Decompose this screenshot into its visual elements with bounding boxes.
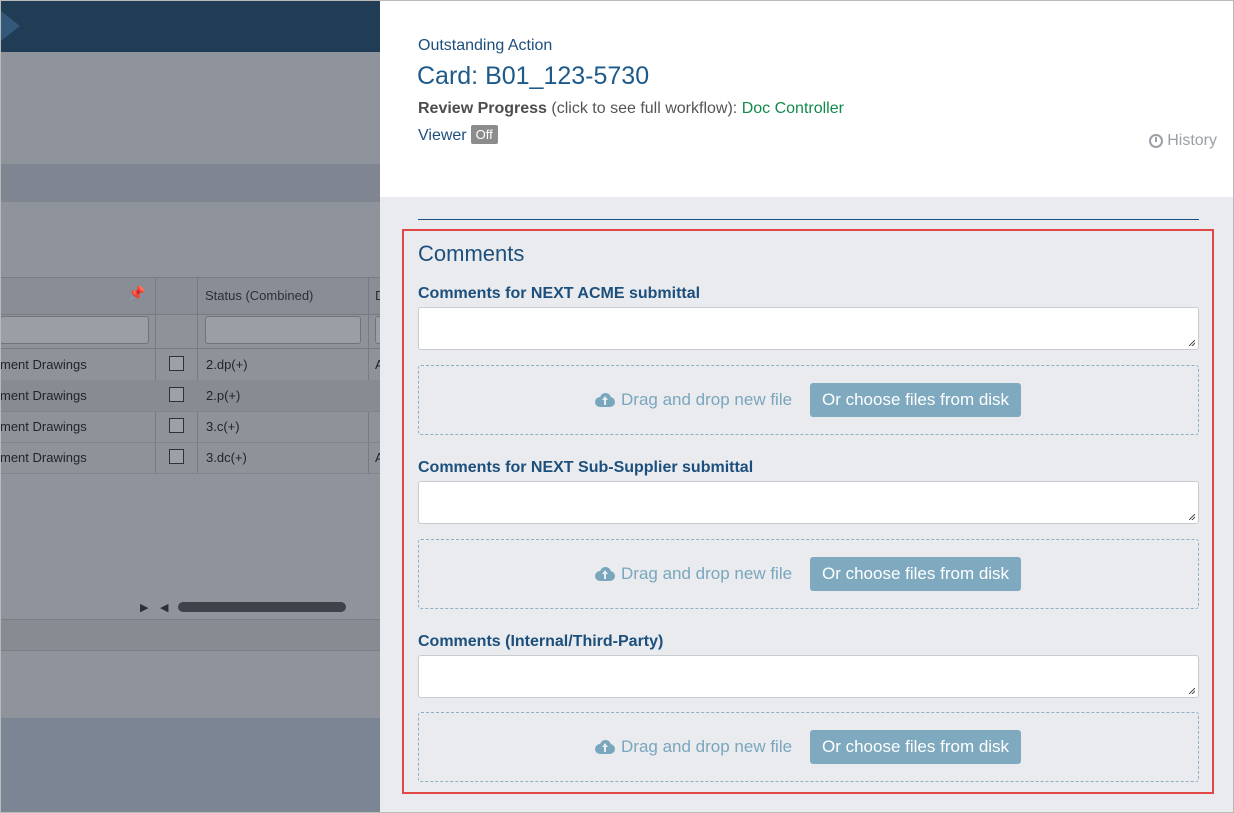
filter-input[interactable] (0, 316, 149, 344)
choose-files-button[interactable]: Or choose files from disk (810, 730, 1022, 764)
scroll-left-arrow-icon[interactable]: ◀ (160, 601, 168, 614)
file-dropzone-acme[interactable]: Drag and drop new file Or choose files f… (418, 365, 1199, 435)
review-progress-value-link[interactable]: Doc Controller (742, 100, 844, 117)
clock-icon (1149, 134, 1164, 148)
dropzone-text: Drag and drop new file (621, 390, 793, 409)
choose-files-button[interactable]: Or choose files from disk (810, 383, 1022, 417)
file-dropzone-sub-supplier[interactable]: Drag and drop new file Or choose files f… (418, 539, 1199, 609)
toolbar-stripe (0, 164, 380, 202)
comment-textarea-internal[interactable] (418, 655, 1199, 698)
row-status: 2.dp(+) (206, 357, 248, 372)
row-name: ment Drawings (0, 388, 87, 403)
row-checkbox[interactable] (169, 449, 184, 464)
dropzone-message: Drag and drop new file (595, 737, 792, 757)
dropzone-text: Drag and drop new file (621, 564, 793, 583)
row-status: 3.c(+) (206, 419, 240, 434)
column-header-status[interactable]: Status (Combined) (205, 288, 313, 303)
table-row[interactable]: ment Drawings 2.dp(+) A (0, 349, 380, 381)
comment-label-internal: Comments (Internal/Third-Party) (418, 633, 664, 650)
dropzone-message: Drag and drop new file (595, 564, 792, 584)
row-checkbox[interactable] (169, 418, 184, 433)
grid-header: Status (Combined) D (0, 277, 380, 315)
panel-subtitle: Outstanding Action (418, 37, 553, 54)
comment-label-sub-supplier: Comments for NEXT Sub-Supplier submittal (418, 459, 754, 476)
background-app: Status (Combined) D 📌 ment Drawings 2.dp… (0, 0, 380, 813)
history-label: History (1167, 132, 1217, 149)
viewer-toggle-row: Viewer Off (418, 125, 498, 145)
row-name: ment Drawings (0, 450, 87, 465)
cloud-upload-icon (595, 393, 615, 407)
comment-label-acme: Comments for NEXT ACME submittal (418, 285, 701, 302)
row-checkbox[interactable] (169, 387, 184, 402)
row-name: ment Drawings (0, 357, 87, 372)
grid-footer (0, 619, 380, 651)
table-row[interactable]: ment Drawings 3.c(+) (0, 411, 380, 443)
review-progress-hint: (click to see full workflow): (551, 100, 738, 117)
scroll-right-arrow-icon[interactable]: ▶ (140, 601, 148, 614)
horizontal-scrollbar-thumb[interactable] (178, 602, 346, 612)
section-divider (418, 219, 1199, 220)
viewer-toggle[interactable]: Off (470, 125, 498, 144)
dropzone-message: Drag and drop new file (595, 390, 792, 410)
row-status: 3.dc(+) (206, 450, 247, 465)
card-title: Card: B01_123-5730 (417, 62, 650, 90)
panel-header: Outstanding Action Card: B01_123-5730 Re… (380, 0, 1234, 197)
row-name: ment Drawings (0, 419, 87, 434)
cloud-upload-icon (595, 740, 615, 754)
table-row[interactable]: ment Drawings 3.dc(+) A (0, 442, 380, 474)
file-dropzone-internal[interactable]: Drag and drop new file Or choose files f… (418, 712, 1199, 782)
choose-files-button[interactable]: Or choose files from disk (810, 557, 1022, 591)
row-status: 2.p(+) (206, 388, 241, 403)
dropzone-text: Drag and drop new file (621, 737, 793, 756)
review-progress[interactable]: Review Progress (click to see full workf… (418, 100, 844, 118)
breadcrumb-chevron-icon (0, 4, 20, 48)
comment-textarea-acme[interactable] (418, 307, 1199, 350)
review-progress-label: Review Progress (418, 100, 547, 117)
filter-input-status[interactable] (205, 316, 361, 344)
history-button[interactable]: History (1149, 132, 1217, 150)
row-checkbox[interactable] (169, 356, 184, 371)
card-detail-panel: Outstanding Action Card: B01_123-5730 Re… (380, 0, 1234, 813)
app-topbar (0, 0, 380, 52)
cloud-upload-icon (595, 567, 615, 581)
bottom-area (0, 718, 380, 813)
comments-title: Comments (418, 241, 525, 266)
comment-textarea-sub-supplier[interactable] (418, 481, 1199, 524)
table-row[interactable]: ment Drawings 2.p(+) (0, 380, 380, 412)
pin-icon[interactable]: 📌 (128, 285, 145, 302)
viewer-label: Viewer (418, 127, 467, 144)
